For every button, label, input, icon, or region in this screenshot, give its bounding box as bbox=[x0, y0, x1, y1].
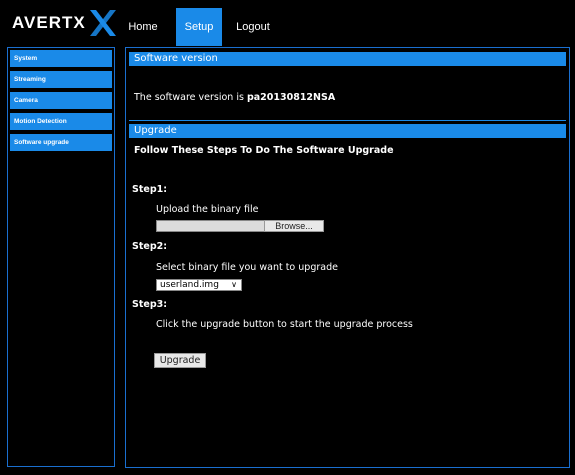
software-version-line: The software version is pa20130812NSA bbox=[134, 92, 335, 103]
nav-logout[interactable]: Logout bbox=[228, 8, 278, 46]
sidebar: System Streaming Camera Motion Detection… bbox=[7, 47, 115, 467]
nav-setup[interactable]: Setup bbox=[176, 8, 222, 46]
software-version-value: pa20130812NSA bbox=[246, 92, 336, 103]
chevron-down-icon: ∨ bbox=[231, 280, 237, 289]
logo-text: AVERTX bbox=[12, 13, 86, 32]
upgrade-header: Upgrade bbox=[129, 120, 566, 138]
step2-label: Step2: bbox=[132, 241, 168, 252]
nav-home[interactable]: Home bbox=[124, 8, 162, 46]
browse-button[interactable]: Browse... bbox=[264, 220, 324, 232]
software-version-header: Software version bbox=[129, 52, 566, 66]
step3-text: Click the upgrade button to start the up… bbox=[156, 319, 413, 330]
step1-text: Upload the binary file bbox=[156, 204, 259, 215]
sidebar-item-motion-detection[interactable]: Motion Detection bbox=[10, 113, 112, 130]
step2-text: Select binary file you want to upgrade bbox=[156, 262, 338, 273]
avertx-logo: AVERTX bbox=[10, 6, 120, 42]
sidebar-item-software-upgrade[interactable]: Software upgrade bbox=[10, 134, 112, 151]
sidebar-item-system[interactable]: System bbox=[10, 50, 112, 67]
sidebar-item-streaming[interactable]: Streaming bbox=[10, 71, 112, 88]
step1-label: Step1: bbox=[132, 184, 168, 195]
software-version-prefix: The software version is bbox=[134, 92, 244, 103]
main-panel: Software version The software version is… bbox=[125, 47, 570, 468]
upgrade-button[interactable]: Upgrade bbox=[154, 353, 206, 368]
binary-file-select-value: userland.img bbox=[160, 280, 219, 290]
sidebar-item-camera[interactable]: Camera bbox=[10, 92, 112, 109]
step3-label: Step3: bbox=[132, 299, 168, 310]
binary-file-select[interactable]: userland.img ∨ bbox=[156, 279, 242, 291]
upgrade-instructions-heading: Follow These Steps To Do The Software Up… bbox=[134, 145, 394, 156]
